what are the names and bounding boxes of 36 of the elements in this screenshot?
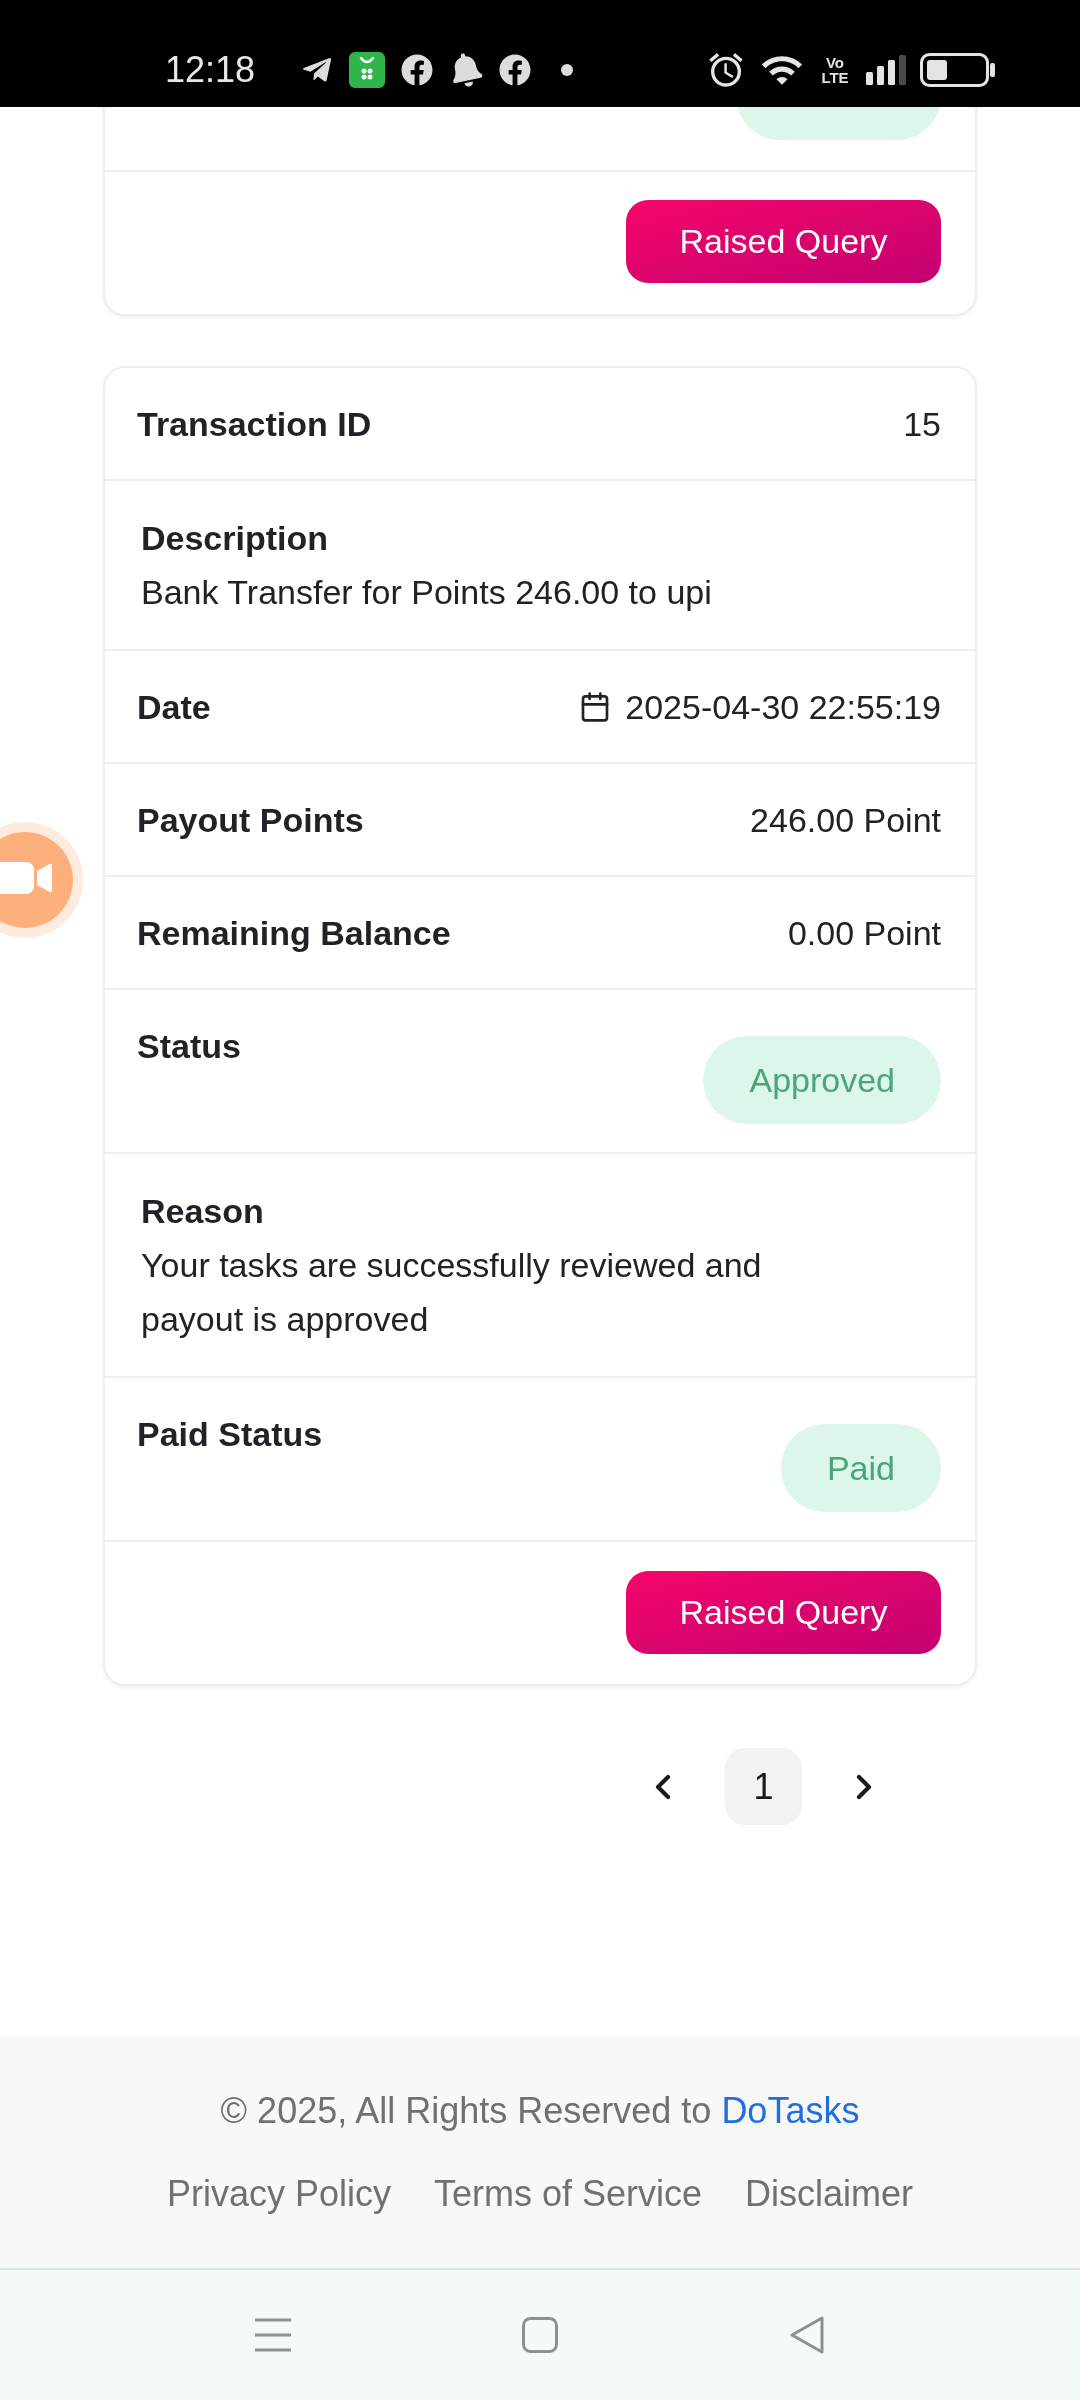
footer-link[interactable]: Privacy Policy (166, 2167, 391, 2221)
field-label: Reason (141, 1191, 264, 1232)
network-type-label: Vo LTE (820, 54, 850, 85)
field-value: 2025-04-30 22:55:19 (625, 686, 941, 728)
field-label: Date (137, 686, 211, 728)
field-value: 246.00 Point (750, 799, 941, 841)
battery-icon (920, 52, 996, 87)
status-badge: Approved (703, 1036, 941, 1124)
video-camera-icon (0, 862, 52, 894)
field-value: 15 (903, 403, 941, 445)
facebook-icon (499, 53, 532, 86)
field-label: Paid Status (137, 1414, 323, 1455)
field-value: Your tasks are successfully reviewed and payout is approved (141, 1245, 763, 1340)
brand-link[interactable]: DoTasks (721, 2090, 860, 2131)
menu-icon (254, 2318, 292, 2352)
field-value: 0.00 Point (787, 912, 941, 954)
raised-query-button[interactable]: Raised Query (626, 200, 941, 283)
field-label: Description (141, 518, 329, 559)
status-badge: Paid (780, 1424, 941, 1512)
clock-time: 12:18 (165, 47, 256, 92)
footer-link[interactable]: Disclaimer (745, 2167, 914, 2221)
field-label: Payout Points (137, 799, 364, 841)
copyright-text: © 2025, All Rights Reserved to DoTasks (220, 2089, 860, 2133)
field-value: Bank Transfer for Points 246.00 to upi (141, 572, 712, 613)
signal-icon (866, 54, 906, 85)
page-button[interactable]: 1 (725, 1748, 802, 1825)
raised-query-button[interactable]: Raised Query (626, 1571, 941, 1654)
footer-link[interactable]: Terms of Service (434, 2167, 703, 2221)
field-label: Transaction ID (137, 403, 372, 445)
dot-icon (561, 63, 574, 76)
facebook-icon (401, 53, 434, 86)
square-icon (522, 2317, 558, 2353)
field-label: Remaining Balance (137, 912, 451, 954)
field-label: Status (137, 1026, 241, 1067)
back-triangle-icon (789, 2316, 825, 2354)
shopping-bag-app-icon (349, 51, 386, 88)
